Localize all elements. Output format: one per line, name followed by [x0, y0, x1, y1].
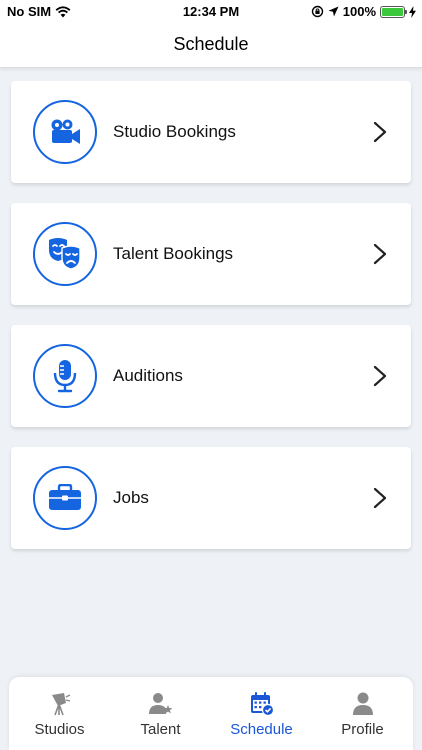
- jobs-item[interactable]: Jobs: [11, 447, 411, 549]
- auditions-label: Auditions: [113, 366, 183, 385]
- tab-talent-icon-wrap: [148, 691, 173, 717]
- nav-bar: Schedule: [0, 22, 422, 68]
- studio-light-icon: [51, 693, 70, 716]
- calendar-check-icon: [250, 692, 274, 716]
- chevron-right-icon: [373, 365, 387, 387]
- tab-studios[interactable]: Studios: [9, 677, 110, 750]
- person-icon: [352, 692, 373, 715]
- tab-talent[interactable]: Talent: [110, 677, 211, 750]
- briefcase-icon: [49, 484, 81, 510]
- chevron-right-icon: [373, 121, 387, 143]
- talent-bookings-icon-circle: [33, 222, 97, 286]
- auditions-item[interactable]: Auditions: [11, 325, 411, 427]
- studio-bookings-label: Studio Bookings: [113, 122, 236, 141]
- tab-schedule-icon-wrap: [250, 691, 274, 717]
- tab-talent-label: Talent: [140, 721, 181, 738]
- location-arrow-icon: [328, 6, 339, 17]
- tab-profile-icon-wrap: [352, 691, 374, 717]
- jobs-icon-circle: [33, 466, 97, 530]
- battery-fill: [382, 7, 403, 16]
- status-bar: No SIM 12:34 PM 100%: [0, 0, 422, 22]
- chevron-right-icon: [373, 243, 387, 265]
- chevron-right-icon: [373, 487, 387, 509]
- theater-masks-icon: [49, 238, 81, 270]
- status-right: 100%: [311, 4, 416, 19]
- tab-schedule-label: Schedule: [230, 721, 293, 738]
- studio-bookings-item[interactable]: Studio Bookings: [11, 81, 411, 183]
- battery-percent: 100%: [342, 4, 376, 19]
- microphone-icon: [53, 360, 77, 393]
- tab-studios-label: Studios: [34, 721, 85, 738]
- page-title: Schedule: [173, 34, 249, 54]
- tab-profile-label: Profile: [341, 721, 384, 738]
- person-star-icon: [148, 693, 172, 714]
- orientation-lock-icon: [311, 5, 323, 18]
- jobs-label: Jobs: [113, 488, 149, 507]
- tab-profile[interactable]: Profile: [312, 677, 413, 750]
- talent-bookings-label: Talent Bookings: [113, 244, 234, 263]
- battery-icon: [380, 5, 407, 18]
- auditions-icon-circle: [33, 344, 97, 408]
- charging-bolt-icon: [409, 5, 416, 18]
- schedule-list: Studio Bookings Talent Bookings Audition…: [11, 81, 411, 569]
- tab-schedule[interactable]: Schedule: [211, 677, 312, 750]
- talent-bookings-item[interactable]: Talent Bookings: [11, 203, 411, 305]
- tab-bar: Studios Talent Schedule Profile: [9, 677, 413, 750]
- tab-studios-icon-wrap: [49, 691, 71, 717]
- studio-bookings-icon-circle: [33, 100, 97, 164]
- video-camera-icon: [51, 119, 80, 144]
